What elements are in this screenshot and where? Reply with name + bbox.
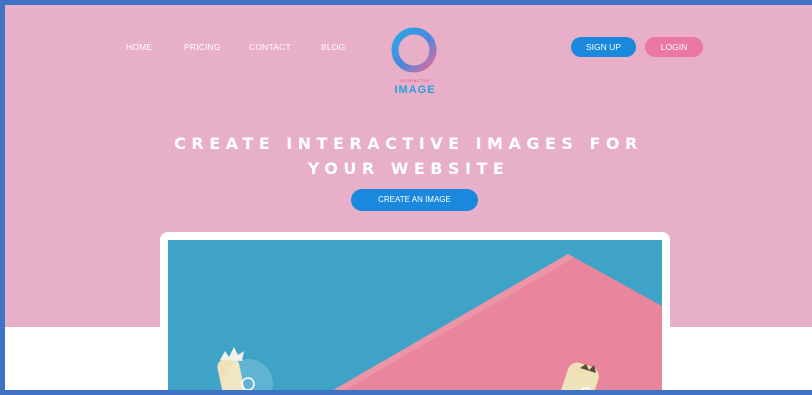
login-button[interactable]: LOGIN xyxy=(645,37,703,57)
site-logo[interactable]: INTERACTIVE IMAGE xyxy=(388,26,442,100)
nav-blog[interactable]: BLOG xyxy=(321,42,345,52)
sign-up-button[interactable]: SIGN UP xyxy=(571,37,636,57)
interactive-image-preview[interactable] xyxy=(168,240,662,395)
browser-frame: HOME PRICING CONTACT BLOG INTERACTIVE IM… xyxy=(0,0,812,395)
hero-headline-line-2: YOUR WEBSITE xyxy=(307,159,510,178)
hero-headline: CREATE INTERACTIVE IMAGES FOR YOUR WEBSI… xyxy=(5,131,812,181)
hero-headline-line-1: CREATE INTERACTIVE IMAGES FOR xyxy=(174,134,643,153)
logo-title: IMAGE xyxy=(394,84,436,96)
nav-pricing[interactable]: PRICING xyxy=(184,42,221,52)
logo-ring-icon xyxy=(391,27,437,73)
logo-subtitle: INTERACTIVE xyxy=(400,78,430,83)
create-image-button[interactable]: CREATE AN IMAGE xyxy=(351,189,478,211)
nav-home[interactable]: HOME xyxy=(126,42,152,52)
nav-contact[interactable]: CONTACT xyxy=(249,42,291,52)
